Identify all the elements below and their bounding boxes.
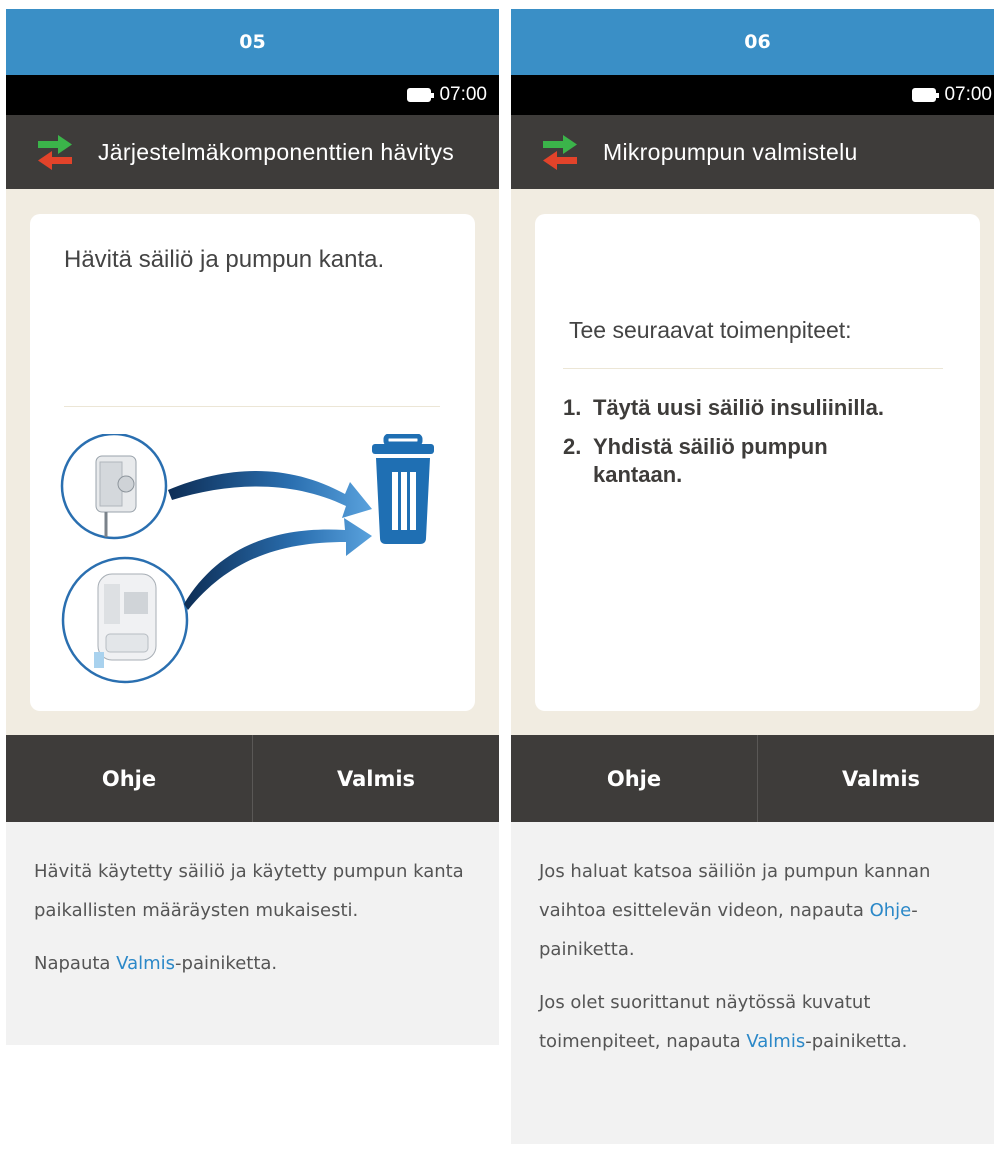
content-area: Hävitä säiliö ja pumpun kanta. — [6, 189, 499, 735]
battery-icon — [912, 88, 940, 102]
step-text: Täytä uusi säiliö insuliinilla. — [593, 395, 884, 420]
done-button[interactable]: Valmis — [252, 735, 499, 822]
instruction-lead: Tee seuraavat toimenpiteet: — [569, 317, 852, 343]
divider — [64, 406, 440, 407]
step-index: 2. — [563, 434, 582, 459]
step-number-header: 06 — [511, 9, 994, 75]
step-number-header: 05 — [6, 9, 499, 75]
status-bar: 07:00 — [511, 75, 994, 115]
button-bar: Ohje Valmis — [511, 735, 994, 822]
title-bar: Järjestelmäkomponenttien hävitys — [6, 115, 499, 189]
instruction-text: Hävitä säiliö ja pumpun kanta. — [64, 246, 385, 273]
status-bar: 07:00 — [6, 75, 499, 115]
trash-bin-icon — [372, 434, 434, 544]
device-screen: 07:00 Mikropumpun valmistelu Tee seuraav… — [511, 75, 994, 822]
clock-time: 07:00 — [944, 84, 992, 105]
instruction-steps: 1. Täytä uusi säiliö insuliinilla. 2. Yh… — [563, 394, 963, 500]
caption-paragraph: Jos olet suorittanut näytössä kuvatut to… — [539, 983, 982, 1061]
button-bar: Ohje Valmis — [6, 735, 499, 822]
done-button[interactable]: Valmis — [757, 735, 994, 822]
caption-note: Jos haluat katsoa säiliön ja pumpun kann… — [511, 822, 994, 1144]
clock-time: 07:00 — [439, 84, 487, 105]
caption-note: Hävitä käytetty säiliö ja käytetty pumpu… — [6, 822, 499, 1045]
battery-icon — [407, 88, 435, 102]
caption-text: -painiketta. — [175, 953, 278, 974]
arrow-icon — [168, 470, 372, 610]
step-text: Yhdistä säiliö pumpun kantaan. — [593, 434, 828, 487]
pump-base-image — [61, 556, 189, 684]
done-link[interactable]: Valmis — [746, 1031, 805, 1052]
instruction-card: Tee seuraavat toimenpiteet: 1. Täytä uus… — [535, 214, 980, 711]
reservoir-image — [60, 434, 168, 540]
title-bar: Mikropumpun valmistelu — [511, 115, 994, 189]
list-item: 1. Täytä uusi säiliö insuliinilla. — [563, 394, 963, 422]
caption-paragraph: Napauta Valmis-painiketta. — [34, 944, 471, 983]
help-button[interactable]: Ohje — [6, 735, 252, 822]
step-panel-05: 05 07:00 Järjestelmäkomponenttien hävity… — [6, 9, 499, 1045]
help-link[interactable]: Ohje — [870, 900, 912, 921]
instruction-card: Hävitä säiliö ja pumpun kanta. — [30, 214, 475, 711]
done-link[interactable]: Valmis — [116, 953, 175, 974]
step-number: 06 — [744, 31, 771, 53]
caption-text: Napauta — [34, 953, 117, 974]
step-panel-06: 06 07:00 Mikropumpun valmistelu Tee seur… — [511, 9, 994, 1144]
step-number: 05 — [239, 31, 266, 53]
caption-paragraph: Hävitä käytetty säiliö ja käytetty pumpu… — [34, 861, 464, 921]
screen-title: Mikropumpun valmistelu — [603, 139, 858, 165]
device-screen: 07:00 Järjestelmäkomponenttien hävitys H… — [6, 75, 499, 822]
swap-arrows-icon — [543, 135, 577, 170]
caption-text: -painiketta. — [805, 1031, 908, 1052]
list-item: 2. Yhdistä säiliö pumpun kantaan. — [563, 433, 963, 489]
help-button[interactable]: Ohje — [511, 735, 757, 822]
screen-title: Järjestelmäkomponenttien hävitys — [98, 139, 455, 165]
swap-arrows-icon — [38, 135, 72, 170]
content-area: Tee seuraavat toimenpiteet: 1. Täytä uus… — [511, 189, 994, 735]
caption-paragraph: Jos haluat katsoa säiliön ja pumpun kann… — [539, 852, 982, 969]
divider — [563, 368, 943, 369]
step-index: 1. — [563, 395, 582, 420]
disposal-illustration — [60, 434, 434, 684]
